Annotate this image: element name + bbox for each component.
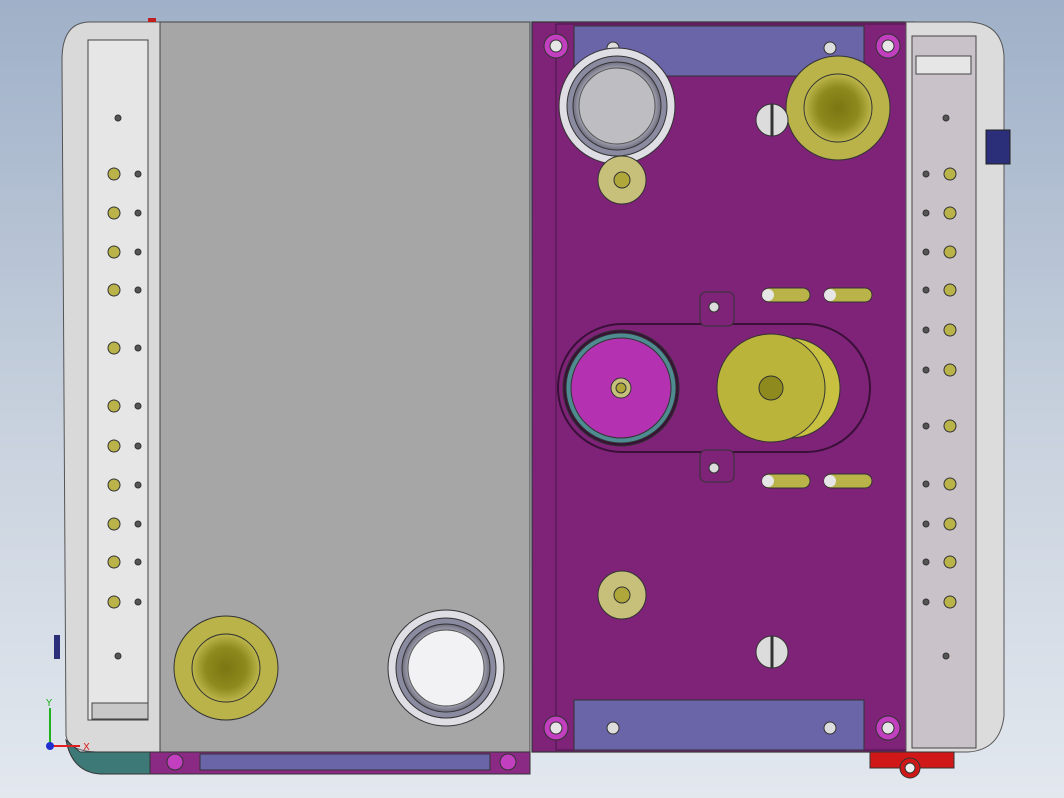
connector-pin [134,344,142,352]
connector-pin [942,114,950,122]
connector-pin [114,114,122,122]
brass-pulley-upper-right [785,55,891,161]
connector-pin [107,517,121,531]
connector-pin [922,248,930,256]
connector-pin [943,206,957,220]
connector-pin [107,399,121,413]
connector-pin [134,558,142,566]
connector-pin [107,439,121,453]
connector-pin [107,555,121,569]
connector-pin [134,286,142,294]
connector-pin [943,517,957,531]
connector-pin [922,520,930,528]
connector-pin [107,167,121,181]
connector-pin [922,480,930,488]
left-housing [54,21,161,775]
connector-pin [943,595,957,609]
connector-pin [922,366,930,374]
connector-pin [107,595,121,609]
connector-pin [922,598,930,606]
connector-pin [134,442,142,450]
connector-pin [942,652,950,660]
connector-pin [922,209,930,217]
connector-pin [943,419,957,433]
connector-pin [943,363,957,377]
connector-pin [107,245,121,259]
connector-pin [943,323,957,337]
connector-pin [134,481,142,489]
connector-pin [134,170,142,178]
connector-pin [134,402,142,410]
connector-pin [134,209,142,217]
connector-pin [943,167,957,181]
brass-pulley-lower-left [173,615,279,721]
silver-bearing-lower [387,609,505,727]
y-axis-label: Y [45,698,53,709]
connector-pin [134,248,142,256]
connector-pin [107,478,121,492]
connector-pin [922,286,930,294]
connector-pin [107,283,121,297]
connector-pin [114,652,122,660]
connector-pin [107,206,121,220]
z-axis-dot [46,742,54,750]
connector-pin [943,245,957,259]
x-axis-label: X [83,742,90,753]
cad-viewport[interactable]: Y X [0,0,1064,798]
connector-pin [922,422,930,430]
connector-pin [134,598,142,606]
connector-pin [922,326,930,334]
connector-pin [922,170,930,178]
silver-bearing-upper [558,47,676,165]
connector-pin [107,341,121,355]
connector-pin [134,520,142,528]
connector-pin [922,558,930,566]
connector-pin [943,283,957,297]
bottom-blue-bar [149,751,531,775]
connector-pin [943,477,957,491]
connector-pin [943,555,957,569]
